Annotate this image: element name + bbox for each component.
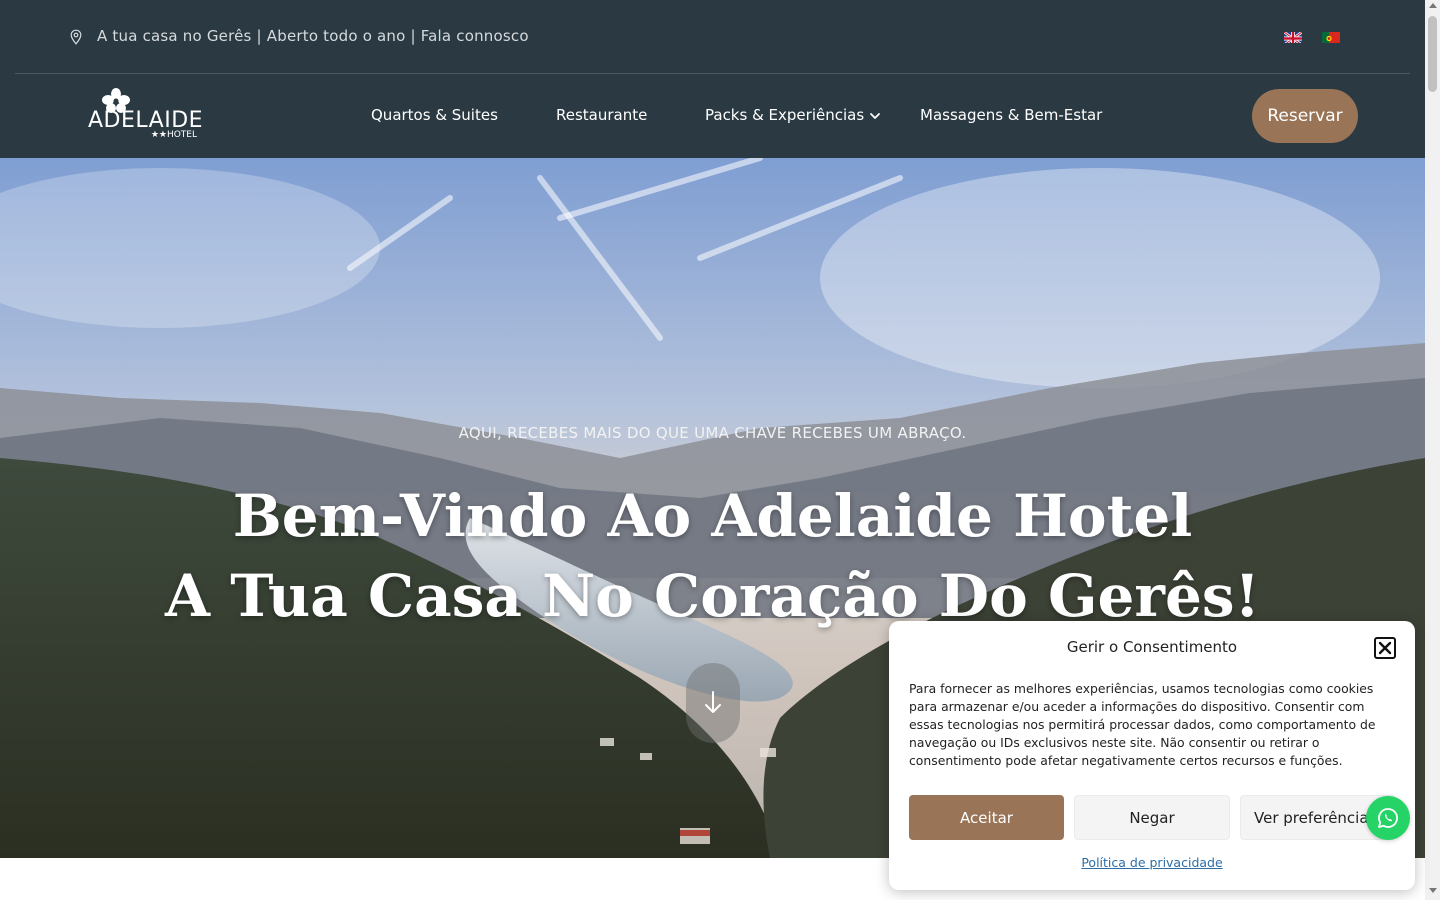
cookie-consent-dialog: Gerir o Consentimento Para fornecer as m… — [889, 621, 1415, 890]
nav-massages-wellness[interactable]: Massagens & Bem-Estar — [920, 106, 1102, 124]
flag-en-icon[interactable] — [1284, 30, 1302, 43]
close-icon[interactable] — [1374, 637, 1396, 659]
nav-packs-experiences[interactable]: Packs & Experiências — [705, 106, 864, 124]
scroll-down-arrow-icon[interactable] — [1429, 888, 1437, 893]
chevron-down-icon[interactable] — [869, 110, 881, 122]
whatsapp-icon — [1378, 808, 1398, 828]
logo-subtitle: ★★HOTEL — [150, 130, 197, 140]
nav-restaurant[interactable]: Restaurante — [556, 106, 647, 124]
scrollbar-thumb[interactable] — [1428, 16, 1437, 92]
hero-title: Bem-Vindo Ao Adelaide Hotel A Tua Casa N… — [0, 476, 1425, 636]
accept-button[interactable]: Aceitar — [909, 795, 1064, 840]
topbar-info-text: A tua casa no Gerês | Aberto todo o ano … — [97, 27, 529, 45]
arrow-down-icon — [705, 691, 721, 713]
hero-tagline: AQUI, RECEBES MAIS DO QUE UMA CHAVE RECE… — [458, 424, 967, 442]
page: A tua casa no Gerês | Aberto todo o ano … — [0, 0, 1440, 900]
topbar-divider — [15, 73, 1410, 74]
reserve-button[interactable]: Reservar — [1252, 89, 1358, 143]
cookie-description: Para fornecer as melhores experiências, … — [909, 681, 1376, 768]
site-header: A tua casa no Gerês | Aberto todo o ano … — [0, 0, 1425, 158]
hotel-logo[interactable]: ADELAIDE ★★HOTEL — [88, 88, 203, 144]
scroll-down-button[interactable] — [686, 663, 740, 743]
cookie-title: Gerir o Consentimento — [1066, 638, 1238, 656]
nav-rooms-suites[interactable]: Quartos & Suites — [371, 106, 498, 124]
deny-button[interactable]: Negar — [1074, 795, 1230, 840]
whatsapp-button[interactable] — [1366, 796, 1410, 840]
hero-title-line-1: Bem-Vindo Ao Adelaide Hotel — [232, 482, 1193, 550]
top-bar: A tua casa no Gerês | Aberto todo o ano … — [0, 0, 1425, 73]
privacy-policy-link[interactable]: Política de privacidade — [889, 855, 1415, 870]
scroll-up-arrow-icon[interactable] — [1429, 3, 1437, 8]
map-pin-icon — [70, 29, 82, 45]
flag-pt-icon[interactable] — [1322, 30, 1340, 43]
page-scrollbar[interactable] — [1425, 0, 1440, 900]
